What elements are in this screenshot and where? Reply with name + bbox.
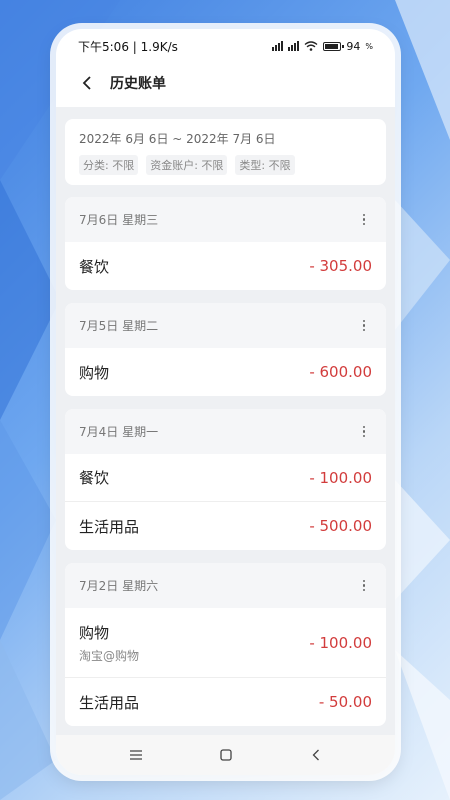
back-button[interactable] [74, 70, 100, 96]
signal-icon [288, 41, 300, 51]
bill-list[interactable]: 2022年 6月 6日 ~ 2022年 7月 6日 分类: 不限 资金账户: 不… [56, 107, 395, 735]
menu-button[interactable] [123, 742, 149, 768]
entry-category: 购物 [79, 363, 110, 382]
page-title: 历史账单 [110, 76, 166, 92]
home-icon [219, 749, 232, 761]
more-vertical-icon[interactable] [356, 318, 372, 334]
entry-category: 生活用品 [79, 517, 140, 536]
home-button[interactable] [213, 742, 239, 768]
signal-icon [272, 41, 284, 51]
bill-entry[interactable]: 生活用品 - 50.00 [65, 678, 386, 726]
bill-entry[interactable]: 餐饮 - 305.00 [65, 242, 386, 290]
entry-category: 生活用品 [79, 693, 140, 712]
system-back-button[interactable] [303, 742, 329, 768]
filter-chips: 分类: 不限 资金账户: 不限 类型: 不限 [79, 155, 372, 175]
entry-note: 淘宝@购物 [79, 648, 140, 663]
more-vertical-icon[interactable] [356, 424, 372, 440]
day-group: 7月6日 星期三 餐饮 - 305.00 [65, 197, 386, 290]
bill-entry[interactable]: 餐饮 - 100.00 [65, 454, 386, 502]
day-label: 7月4日 星期一 [79, 425, 159, 439]
filter-card[interactable]: 2022年 6月 6日 ~ 2022年 7月 6日 分类: 不限 资金账户: 不… [65, 119, 386, 185]
entry-amount: - 500.00 [309, 517, 372, 535]
day-header: 7月2日 星期六 [65, 563, 386, 608]
back-arrow-icon [82, 76, 91, 90]
day-header: 7月4日 星期一 [65, 409, 386, 454]
day-label: 7月5日 星期二 [79, 319, 159, 333]
entry-category: 餐饮 [79, 257, 110, 276]
more-vertical-icon[interactable] [356, 212, 372, 228]
day-group: 7月4日 星期一 餐饮 - 100.00 生活用品 - 500.00 [65, 409, 386, 550]
bill-entry[interactable]: 购物 - 600.00 [65, 348, 386, 396]
account-filter-chip[interactable]: 资金账户: 不限 [146, 155, 228, 175]
day-group: 7月2日 星期六 购物 淘宝@购物 - 100.00 生活用品 - 50.00 [65, 563, 386, 726]
day-label: 7月2日 星期六 [79, 579, 159, 593]
bill-entry[interactable]: 购物 淘宝@购物 - 100.00 [65, 608, 386, 678]
entry-text: 购物 淘宝@购物 [79, 622, 139, 664]
category-filter-chip[interactable]: 分类: 不限 [79, 155, 139, 175]
entry-category: 购物 [79, 623, 110, 642]
status-bar: 下午5:06 | 1.9K/s 94% [56, 29, 395, 63]
entry-amount: - 600.00 [309, 363, 372, 381]
app-bar: 历史账单 [56, 63, 395, 103]
entry-category: 餐饮 [79, 469, 110, 487]
day-label: 7月6日 星期三 [79, 213, 159, 227]
date-range[interactable]: 2022年 6月 6日 ~ 2022年 7月 6日 [79, 130, 372, 147]
phone-screen: 下午5:06 | 1.9K/s 94% 历史账单 2022年 6月 6日 ~ 2… [56, 29, 395, 775]
battery-level: 94 [346, 39, 361, 53]
entry-amount: - 100.00 [309, 633, 372, 652]
more-vertical-icon[interactable] [356, 578, 372, 594]
back-icon [312, 749, 319, 761]
battery-icon [323, 41, 344, 51]
menu-icon [129, 750, 142, 760]
wifi-icon [304, 41, 318, 51]
system-nav-bar [56, 735, 395, 775]
status-icons: 94% [272, 40, 373, 53]
status-time: 下午5:06 | 1.9K/s [78, 39, 178, 54]
day-header: 7月6日 星期三 [65, 197, 386, 242]
entry-amount: - 50.00 [318, 693, 372, 711]
day-header: 7月5日 星期二 [65, 303, 386, 348]
entry-amount: - 100.00 [309, 468, 372, 487]
day-group: 7月5日 星期二 购物 - 600.00 [65, 303, 386, 396]
type-filter-chip[interactable]: 类型: 不限 [235, 155, 295, 175]
entry-amount: - 305.00 [309, 257, 372, 275]
bill-entry[interactable]: 生活用品 - 500.00 [65, 502, 386, 550]
